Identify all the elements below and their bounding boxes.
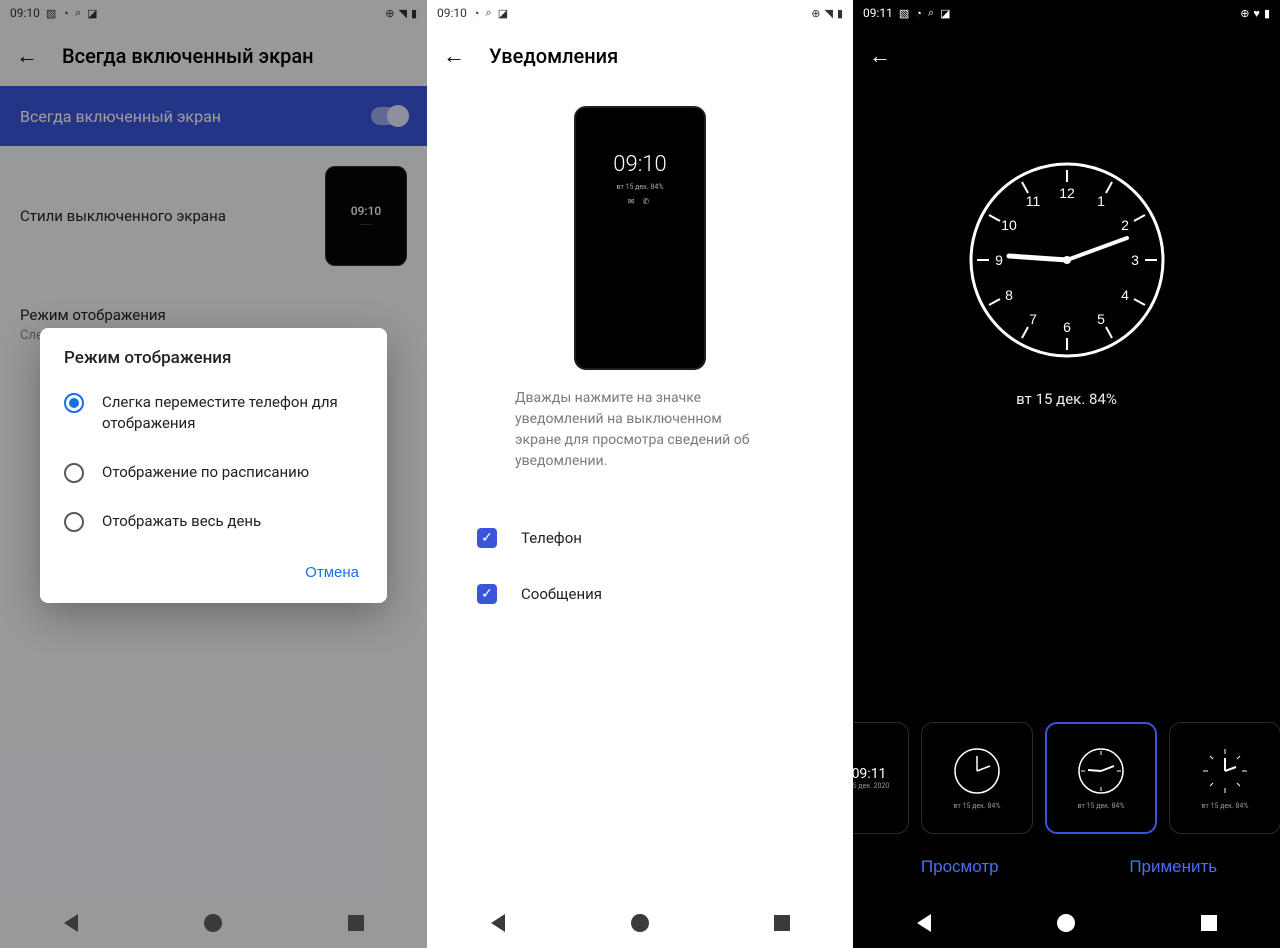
radio-option-allday[interactable]: Отображать весь день	[40, 497, 387, 546]
svg-text:12: 12	[1059, 185, 1075, 201]
nav-back[interactable]	[482, 907, 514, 939]
phone-preview: 09:10 вт 15 дек. 84% ✉ ✆	[574, 106, 706, 370]
app-bar: ← Уведомления	[427, 26, 853, 86]
style-thumb-analog-3[interactable]: вт 15 дек. 84%	[1169, 722, 1280, 834]
check-label: Телефон	[521, 529, 582, 547]
nav-bar	[853, 898, 1280, 948]
nav-recent[interactable]	[340, 907, 372, 939]
status-bar: 09:10 ◔ ⌕ ◪ ⊕ ◥ ▮	[427, 0, 853, 26]
check-label: Сообщения	[521, 585, 602, 603]
svg-text:1: 1	[1097, 193, 1105, 209]
nav-recent[interactable]	[1193, 907, 1225, 939]
status-time: 09:10	[437, 6, 467, 20]
battery-icon: ▮	[837, 7, 843, 20]
svg-text:5: 5	[1097, 311, 1105, 327]
svg-text:9: 9	[995, 252, 1003, 268]
svg-text:7: 7	[1029, 311, 1037, 327]
svg-text:2: 2	[1121, 217, 1129, 233]
status-time: 09:11	[863, 6, 893, 20]
back-button[interactable]: ←	[443, 43, 465, 69]
radio-option-schedule[interactable]: Отображение по расписанию	[40, 448, 387, 497]
nav-bar	[0, 898, 427, 948]
nav-recent[interactable]	[766, 907, 798, 939]
radio-icon	[64, 393, 84, 413]
style-thumb-analog-1[interactable]: вт 15 дек. 84%	[921, 722, 1033, 834]
clock-date: вт 15 дек. 84%	[1016, 390, 1117, 408]
svg-text:4: 4	[1121, 287, 1129, 303]
style-thumb-digital[interactable]: 09:11 15 дек. 2020	[853, 722, 909, 834]
action-buttons: Просмотр Применить	[853, 842, 1280, 892]
hint-text: Дважды нажмите на значке уведомлений на …	[465, 370, 815, 500]
svg-text:3: 3	[1131, 252, 1139, 268]
nav-home[interactable]	[197, 907, 229, 939]
back-button[interactable]: ←	[869, 43, 891, 69]
style-thumb-analog-2[interactable]: вт 15 дек. 84%	[1045, 722, 1157, 834]
svg-text:11: 11	[1025, 193, 1040, 209]
check-row-phone[interactable]: ✓ Телефон	[427, 510, 853, 566]
svg-text:8: 8	[1005, 287, 1013, 303]
android-icon: ⊕	[811, 7, 820, 20]
notif-icons: ✉ ✆	[628, 197, 652, 206]
app-icon: ◪	[498, 7, 508, 20]
apply-button[interactable]: Применить	[1067, 842, 1280, 892]
svg-text:10: 10	[1001, 217, 1017, 233]
radio-icon	[64, 512, 84, 532]
style-strip[interactable]: 09:11 15 дек. 2020 вт 15 дек. 84% вт 15 …	[853, 714, 1280, 842]
checkbox-icon: ✓	[477, 584, 497, 604]
app-bar: ←	[853, 26, 1280, 86]
dialog-title: Режим отображения	[40, 348, 387, 378]
app-icon: ◪	[940, 7, 950, 20]
check-row-messages[interactable]: ✓ Сообщения	[427, 566, 853, 622]
nav-bar	[427, 898, 853, 948]
android-icon: ⊕	[1240, 7, 1249, 20]
status-bar: 09:11 ▧ ◔ ⌕ ◪ ⊕ ♥ ▮	[853, 0, 1280, 26]
preview-area: 09:10 вт 15 дек. 84% ✉ ✆ Дважды нажмите …	[427, 86, 853, 510]
search-icon: ⌕	[486, 6, 492, 20]
app-icon: ▧	[899, 7, 909, 20]
notif-icon: ◔	[915, 7, 922, 20]
search-icon: ⌕	[928, 6, 934, 20]
wifi-icon: ♥	[1253, 7, 1260, 20]
analog-clock-icon: 12 1 2 3 4 5 6 7 8 9 10 11	[967, 160, 1167, 360]
cancel-button[interactable]: Отмена	[293, 556, 371, 589]
radio-icon	[64, 463, 84, 483]
preview-button[interactable]: Просмотр	[853, 842, 1067, 892]
battery-icon: ▮	[1264, 7, 1270, 20]
nav-back[interactable]	[908, 907, 940, 939]
nav-home[interactable]	[1050, 907, 1082, 939]
page-title: Уведомления	[489, 44, 618, 68]
preview-area: 12 1 2 3 4 5 6 7 8 9 10 11 вт 15 дек. 84…	[853, 86, 1280, 408]
nav-back[interactable]	[55, 907, 87, 939]
checkbox-icon: ✓	[477, 528, 497, 548]
wifi-icon: ◥	[824, 7, 832, 20]
nav-home[interactable]	[624, 907, 656, 939]
notif-icon: ◔	[473, 7, 480, 20]
radio-option-move[interactable]: Слегка переместите телефон для отображен…	[40, 378, 387, 448]
svg-text:6: 6	[1063, 319, 1071, 335]
display-mode-dialog: Режим отображения Слегка переместите тел…	[40, 328, 387, 603]
